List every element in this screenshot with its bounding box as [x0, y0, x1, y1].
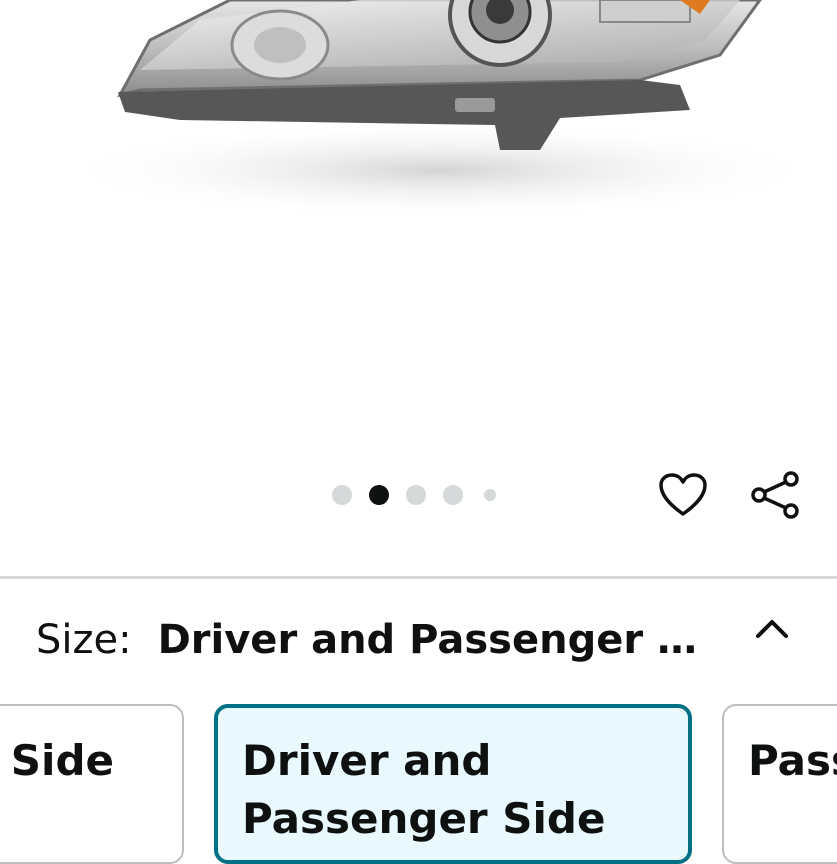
- size-option-label: r Side: [0, 736, 114, 785]
- share-button[interactable]: [748, 468, 802, 522]
- carousel-dot[interactable]: [332, 485, 352, 505]
- size-option-driver-and-passenger[interactable]: Driver and Passenger Side: [214, 704, 692, 864]
- section-divider: [0, 576, 837, 579]
- size-option-passenger-side[interactable]: Pass: [722, 704, 837, 864]
- size-option-driver-side[interactable]: r Side: [0, 704, 184, 864]
- size-options: r Side Driver and Passenger Side Pass: [0, 704, 837, 864]
- size-option-label: Pass: [748, 736, 837, 785]
- carousel-dot[interactable]: [443, 485, 463, 505]
- chevron-up-icon: [756, 620, 788, 638]
- carousel-dot[interactable]: [484, 489, 496, 501]
- size-label: Size:: [36, 617, 132, 663]
- collapse-button[interactable]: [748, 604, 796, 652]
- size-option-label: Driver and Passenger Side: [242, 736, 606, 843]
- carousel-dots[interactable]: [332, 484, 513, 506]
- carousel-dot[interactable]: [406, 485, 426, 505]
- heart-icon: [659, 473, 707, 516]
- carousel-dot-active[interactable]: [369, 485, 389, 505]
- share-icon: [751, 471, 799, 519]
- favorite-button[interactable]: [656, 468, 710, 522]
- product-image[interactable]: [0, 0, 837, 460]
- size-selector-header[interactable]: Size: Driver and Passenger …: [36, 612, 697, 668]
- size-selected-value: Driver and Passenger …: [157, 617, 697, 663]
